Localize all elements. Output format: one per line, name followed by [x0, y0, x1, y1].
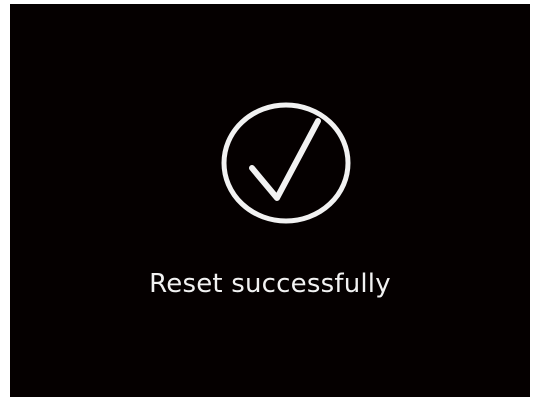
reset-success-screen: Reset successfully: [10, 4, 530, 397]
status-message: Reset successfully: [149, 269, 391, 299]
check-circle-icon: [221, 102, 351, 224]
